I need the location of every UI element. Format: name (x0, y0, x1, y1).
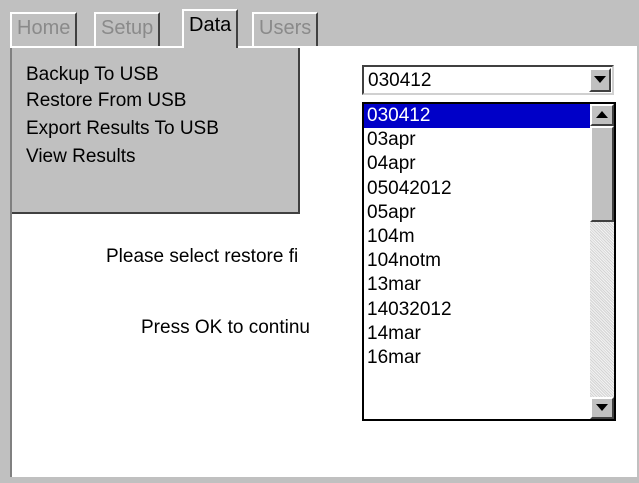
data-menu: Backup To USB Restore From USB Export Re… (12, 48, 300, 214)
list-item[interactable]: 104m (364, 225, 592, 249)
chevron-down-icon (594, 76, 606, 83)
list-item[interactable]: 04apr (364, 152, 592, 176)
arrow-up-icon (596, 111, 608, 118)
scroll-up-button[interactable] (590, 104, 614, 126)
list-item[interactable]: 14032012 (364, 298, 592, 322)
tab-strip: Home Setup Data Users (0, 0, 639, 51)
restore-file-combobox[interactable]: 030412 (362, 65, 614, 95)
menu-item-view-results[interactable]: View Results (26, 144, 135, 170)
list-item[interactable]: 03apr (364, 128, 592, 152)
tab-users[interactable]: Users (252, 12, 319, 46)
scroll-thumb[interactable] (590, 126, 614, 222)
frame-left-border (0, 0, 10, 483)
menu-item-export-results-to-usb[interactable]: Export Results To USB (26, 116, 219, 142)
restore-file-list[interactable]: 030412 03apr 04apr 05042012 05apr 104m 1… (362, 102, 616, 421)
arrow-down-icon (596, 404, 608, 411)
list-item[interactable]: 030412 (364, 104, 592, 129)
list-item[interactable]: 104notm (364, 249, 592, 273)
tab-home[interactable]: Home (10, 12, 78, 46)
select-prompt-text: Please select restore fi (106, 246, 299, 267)
list-item[interactable]: 05apr (364, 201, 592, 225)
restore-file-options: 030412 03apr 04apr 05042012 05apr 104m 1… (364, 104, 592, 370)
tab-data[interactable]: Data (182, 9, 239, 51)
combobox-dropdown-button[interactable] (589, 68, 611, 92)
list-item[interactable]: 14mar (364, 322, 592, 346)
menu-item-backup-to-usb[interactable]: Backup To USB (26, 62, 159, 88)
continue-prompt-text: Press OK to continu (141, 317, 310, 338)
list-item[interactable]: 13mar (364, 273, 592, 297)
window: Home Setup Data Users Please select rest… (0, 0, 639, 483)
list-scrollbar[interactable] (590, 104, 614, 419)
frame-bottom-border (0, 477, 639, 483)
menu-item-restore-from-usb[interactable]: Restore From USB (26, 88, 186, 114)
list-item[interactable]: 05042012 (364, 177, 592, 201)
scroll-down-button[interactable] (590, 397, 614, 419)
list-item[interactable]: 16mar (364, 346, 592, 370)
combobox-value: 030412 (368, 70, 432, 91)
tab-setup[interactable]: Setup (94, 12, 161, 46)
